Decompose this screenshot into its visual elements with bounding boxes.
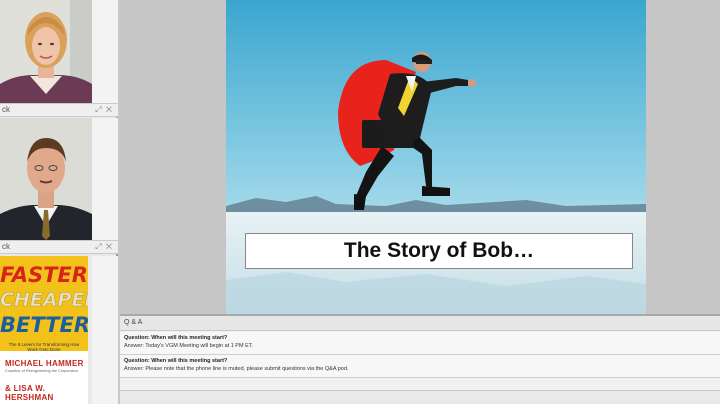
pod-label-1: ck: [2, 105, 10, 114]
book-panel-side: [92, 256, 118, 404]
slide-title: The Story of Bob…: [245, 233, 633, 269]
book-cover-image: FASTER CHEAPER BETTER The 9 Levers for T…: [0, 256, 88, 404]
book-author-2: & LISA W. HERSHMAN: [5, 384, 54, 402]
book-title-line-1: FASTER: [0, 263, 88, 287]
qa-answer: Answer: Please note that the phone line …: [124, 366, 349, 372]
pod-bar-2: ck ⤢ ✕: [0, 240, 118, 254]
qa-pod: Q & A Question: When will this meeting s…: [120, 314, 720, 404]
qa-pod-footer: [120, 390, 720, 404]
book-title-line-2: CHEAPER: [0, 289, 88, 312]
qa-list: Question: When will this meeting start? …: [120, 332, 720, 378]
share-pod: The Story of Bob…: [120, 0, 720, 314]
qa-question: Question: When will this meeting start?: [124, 358, 228, 364]
meeting-window: ck ⤢ ✕ ck ⤢ ✕ FASTER CHEAPE BETTER The 9…: [0, 0, 720, 404]
pod-controls-1[interactable]: ⤢ ✕: [95, 104, 113, 116]
pod-label-2: ck: [2, 242, 10, 251]
left-pod-column: ck ⤢ ✕ ck ⤢ ✕ FASTER CHEAPE BETTER The 9…: [0, 0, 118, 404]
pod-panel-1-side: [92, 0, 118, 103]
presenter-video-2: [0, 118, 92, 240]
presentation-slide: The Story of Bob…: [226, 0, 646, 314]
book-author-1-note: Coauthor of Reengineering the Corporatio…: [5, 369, 78, 373]
qa-answer: Answer: Today's VGM Meeting will begin a…: [124, 343, 254, 349]
book-author-1: MICHAEL HAMMER: [5, 359, 84, 368]
qa-question: Question: When will this meeting start?: [124, 335, 228, 341]
presenter-video-1: [0, 0, 92, 103]
pod-bar-1: ck ⤢ ✕: [0, 103, 118, 117]
qa-pod-header: Q & A: [120, 316, 720, 331]
qa-item[interactable]: Question: When will this meeting start? …: [120, 332, 720, 355]
qa-item[interactable]: Question: When will this meeting start? …: [120, 355, 720, 378]
pod-panel-2-side: [92, 118, 118, 240]
book-title-line-3: BETTER: [0, 313, 88, 337]
pod-controls-2[interactable]: ⤢ ✕: [95, 241, 113, 253]
